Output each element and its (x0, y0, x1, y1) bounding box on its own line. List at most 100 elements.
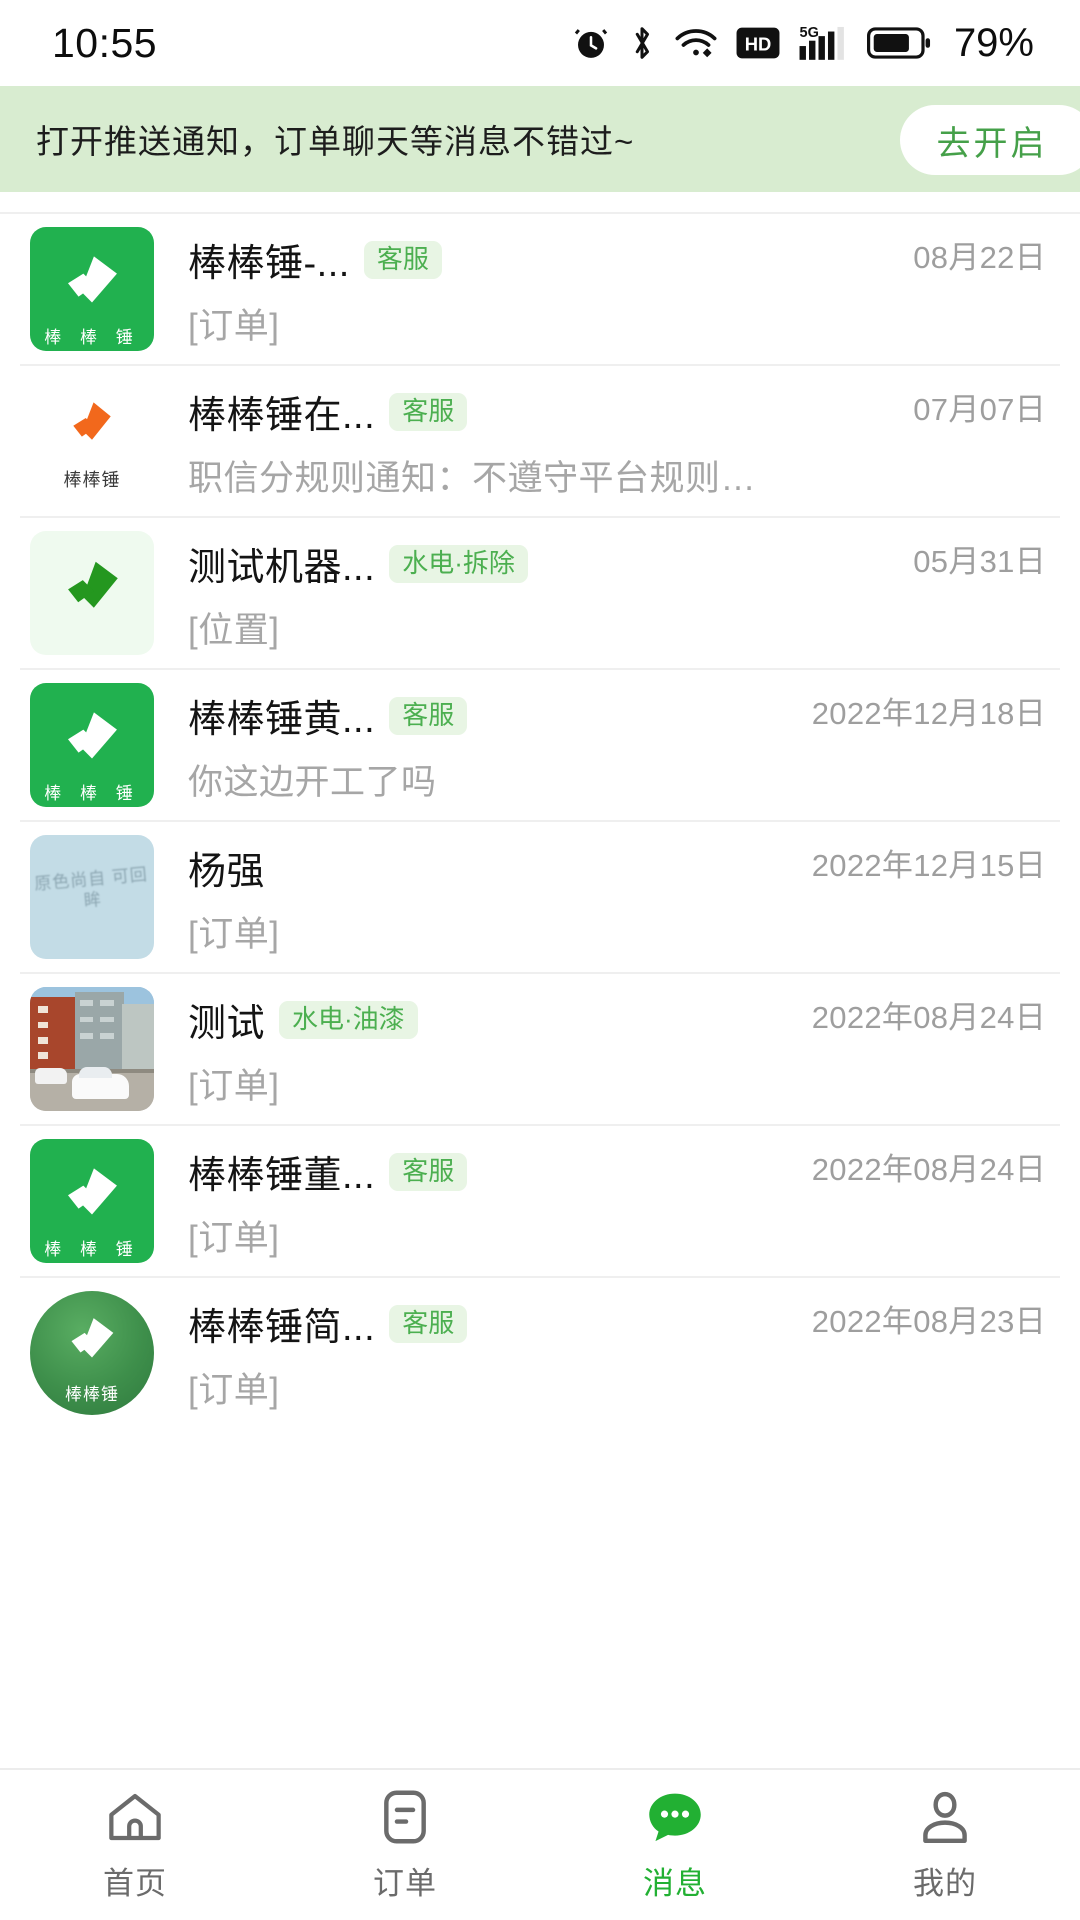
enable-push-button[interactable]: 去开启 (900, 105, 1080, 175)
message-body: 棒棒锤董... 客服 [订单] (188, 1139, 796, 1263)
wifi-icon (675, 29, 717, 58)
message-date: 2022年08月24日 (811, 1152, 1046, 1187)
message-date: 2022年08月23日 (811, 1304, 1046, 1339)
message-preview: [订单] (188, 914, 280, 954)
avatar[interactable] (30, 987, 154, 1111)
contact-tag: 客服 (363, 240, 442, 279)
tab-orders[interactable]: 订单 (270, 1770, 540, 1920)
status-time: 10:55 (52, 19, 158, 66)
tab-home[interactable]: 首页 (0, 1770, 270, 1920)
contact-name: 测试机器... (188, 547, 376, 589)
alarm-icon (574, 29, 608, 58)
avatar-caption: 棒 棒 锤 (44, 1240, 140, 1259)
contact-tag: 客服 (389, 1304, 468, 1343)
status-bar: 10:55 HD 5G 79% (0, 0, 1080, 86)
message-body: 测试机器... 水电·拆除 [位置] (188, 531, 897, 655)
message-preview: [位置] (188, 610, 280, 650)
contact-tag: 水电·拆除 (389, 544, 528, 583)
message-preview: [订单] (188, 1370, 280, 1410)
message-header: 棒棒锤黄... 客服 (188, 686, 796, 746)
message-date: 2022年08月24日 (811, 1000, 1046, 1035)
tab-label-profile: 我的 (913, 1865, 977, 1901)
avatar[interactable]: 原色尚自 可回眸 (30, 835, 154, 959)
contact-name: 棒棒锤-... (188, 243, 350, 285)
hd-icon: HD (736, 27, 780, 59)
avatar[interactable] (30, 531, 154, 655)
message-list-item[interactable]: 棒 棒 锤 棒棒锤-... 客服 [订单] 08月22日 (0, 214, 1080, 364)
status-icon-group: HD 5G 79% (572, 21, 1034, 66)
avatar-caption: 棒 棒 锤 (44, 784, 140, 803)
avatar[interactable]: 棒 棒 锤 (30, 227, 154, 351)
message-body: 棒棒锤在... 客服 职信分规则通知：不遵守平台规则… (188, 379, 897, 503)
message-preview: 职信分规则通知：不遵守平台规则… (188, 458, 757, 498)
tab-label-orders: 订单 (373, 1865, 437, 1901)
message-preview: [订单] (188, 306, 280, 346)
contact-name: 测试 (188, 1003, 266, 1045)
message-header: 棒棒锤-... 客服 (188, 230, 897, 290)
contact-name: 杨强 (188, 851, 266, 893)
tab-label-home: 首页 (103, 1865, 167, 1901)
push-notification-banner: 打开推送通知，订单聊天等消息不错过~ 去开启 (0, 86, 1080, 192)
message-list-item[interactable]: 测试机器... 水电·拆除 [位置] 05月31日 (0, 518, 1080, 668)
avatar-caption: 棒棒锤 (63, 470, 121, 490)
message-list[interactable]: 棒 棒 锤 棒棒锤-... 客服 [订单] 08月22日 棒棒锤 棒棒锤在...… (0, 192, 1080, 1768)
message-date: 05月31日 (913, 544, 1046, 579)
message-list-item[interactable]: 棒棒锤 棒棒锤简... 客服 [订单] 2022年08月23日 (0, 1278, 1080, 1428)
banner-message: 打开推送通知，订单聊天等消息不错过~ (36, 123, 635, 160)
message-body: 杨强 [订单] (188, 835, 796, 959)
message-list-item[interactable]: 棒棒锤 棒棒锤在... 客服 职信分规则通知：不遵守平台规则… 07月07日 (0, 366, 1080, 516)
bluetooth-icon (635, 27, 649, 59)
message-body: 棒棒锤简... 客服 [订单] (188, 1291, 796, 1415)
app-screen: 10:55 HD 5G 79% 打开推送通知，订单聊天等消息不错过~ 去开启 棒… (0, 0, 1080, 1920)
message-preview: 你这边开工了吗 (188, 762, 437, 802)
message-header: 测试 水电·油漆 (188, 990, 796, 1050)
order-list-icon (374, 1788, 436, 1846)
battery-icon (866, 27, 930, 59)
contact-name: 棒棒锤在... (188, 395, 376, 437)
avatar-caption: 棒 棒 锤 (44, 328, 140, 347)
contact-name: 棒棒锤简... (188, 1307, 376, 1349)
message-header: 棒棒锤简... 客服 (188, 1294, 796, 1354)
bangbangchui-logo-icon (30, 531, 154, 655)
message-preview: [订单] (188, 1218, 280, 1258)
message-list-item[interactable]: 棒 棒 锤 棒棒锤董... 客服 [订单] 2022年08月24日 (0, 1126, 1080, 1276)
tab-messages[interactable]: 消息 (540, 1770, 810, 1920)
battery-percent: 79% (953, 20, 1034, 65)
message-date: 2022年12月15日 (811, 848, 1046, 883)
contact-tag: 客服 (389, 392, 468, 431)
list-top-spacer (0, 192, 1080, 212)
avatar[interactable]: 棒 棒 锤 (30, 1139, 154, 1263)
avatar-caption: 原色尚自 可回眸 (33, 864, 149, 911)
message-date: 08月22日 (913, 240, 1046, 275)
message-list-item[interactable]: 原色尚自 可回眸 杨强 [订单] 2022年12月15日 (0, 822, 1080, 972)
tab-label-messages: 消息 (643, 1865, 707, 1901)
message-body: 棒棒锤-... 客服 [订单] (188, 227, 897, 351)
street-photo-icon (30, 987, 154, 1111)
avatar[interactable]: 棒 棒 锤 (30, 683, 154, 807)
contact-name: 棒棒锤董... (188, 1155, 376, 1197)
message-body: 测试 水电·油漆 [订单] (188, 987, 796, 1111)
contact-name: 棒棒锤黄... (188, 699, 376, 741)
svg-text:HD: HD (745, 34, 772, 55)
avatar[interactable]: 棒棒锤 (30, 379, 154, 503)
contact-tag: 水电·油漆 (279, 1000, 418, 1039)
bottom-tab-bar: 首页 订单 消息 我的 (0, 1768, 1080, 1920)
person-icon (914, 1788, 976, 1846)
avatar[interactable]: 棒棒锤 (30, 1291, 154, 1415)
message-header: 测试机器... 水电·拆除 (188, 534, 897, 594)
tab-profile[interactable]: 我的 (810, 1770, 1080, 1920)
message-list-item[interactable]: 测试 水电·油漆 [订单] 2022年08月24日 (0, 974, 1080, 1124)
contact-tag: 客服 (389, 696, 468, 735)
svg-text:5G: 5G (799, 25, 818, 41)
message-date: 2022年12月18日 (811, 696, 1046, 731)
message-date: 07月07日 (913, 392, 1046, 427)
message-preview: [订单] (188, 1066, 280, 1106)
contact-tag: 客服 (389, 1152, 468, 1191)
home-icon (104, 1788, 166, 1846)
avatar-caption: 棒棒锤 (65, 1385, 119, 1404)
message-header: 杨强 (188, 838, 796, 898)
message-list-item[interactable]: 棒 棒 锤 棒棒锤黄... 客服 你这边开工了吗 2022年12月18日 (0, 670, 1080, 820)
chat-bubble-icon (644, 1788, 706, 1846)
message-header: 棒棒锤在... 客服 (188, 382, 897, 442)
5g-signal-icon: 5G (799, 25, 844, 60)
